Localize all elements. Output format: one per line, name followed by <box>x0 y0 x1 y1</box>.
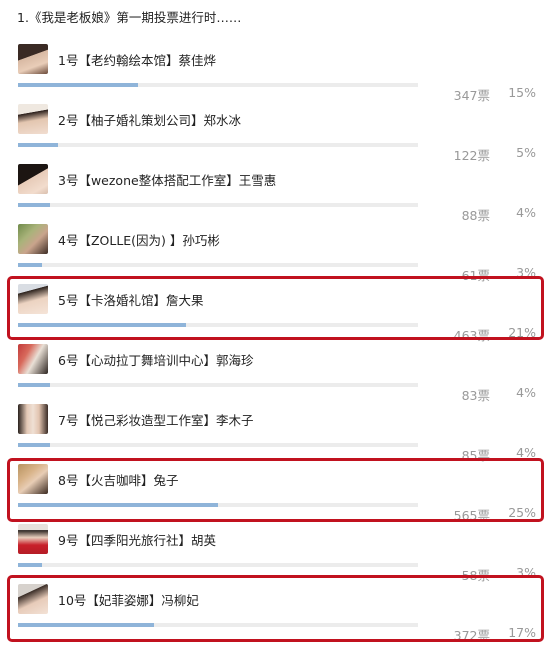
vote-percent: 17% <box>508 625 536 640</box>
avatar <box>18 344 48 374</box>
vote-bar-fill <box>18 83 138 87</box>
vote-bar-track <box>18 203 418 207</box>
candidate-row-1[interactable]: 1号【老约翰绘本馆】蔡佳烨 347票 15% <box>0 44 554 104</box>
candidate-name: 7号【悦己彩妆造型工作室】李木子 <box>58 413 254 428</box>
vote-count: 122票 <box>453 148 490 163</box>
vote-bar-track <box>18 623 418 627</box>
vote-count: 463票 <box>453 328 490 343</box>
vote-bar-track <box>18 263 418 267</box>
vote-bar-fill <box>18 623 154 627</box>
vote-bar-track <box>18 323 418 327</box>
candidate-row-3[interactable]: 3号【wezone整体搭配工作室】王雪惠 88票 4% <box>0 164 554 224</box>
vote-percent: 3% <box>516 565 536 580</box>
vote-count: 83票 <box>461 388 490 403</box>
vote-percent: 4% <box>516 205 536 220</box>
poll-header: 1.《我是老板娘》第一期投票进行时…… <box>0 0 554 34</box>
vote-bar-track <box>18 143 418 147</box>
vote-bar-fill <box>18 263 42 267</box>
avatar <box>18 104 48 134</box>
vote-count: 88票 <box>461 208 490 223</box>
candidate-row-2[interactable]: 2号【柚子婚礼策划公司】郑水冰 122票 5% <box>0 104 554 164</box>
vote-bar-track <box>18 383 418 387</box>
candidate-name: 3号【wezone整体搭配工作室】王雪惠 <box>58 173 277 188</box>
vote-bar-fill <box>18 323 186 327</box>
vote-count: 85票 <box>461 448 490 463</box>
avatar <box>18 404 48 434</box>
avatar <box>18 224 48 254</box>
vote-percent: 15% <box>508 85 536 100</box>
vote-bar-track <box>18 83 418 87</box>
candidate-row-8[interactable]: 8号【火吉咖啡】兔子 565票 25% <box>0 464 554 524</box>
vote-count: 58票 <box>461 568 490 583</box>
vote-percent: 3% <box>516 265 536 280</box>
vote-percent: 21% <box>508 325 536 340</box>
candidate-row-10[interactable]: 10号【妃菲姿娜】冯柳妃 372票 17% <box>0 584 554 644</box>
candidate-row-5[interactable]: 5号【卡洛婚礼馆】詹大果 463票 21% <box>0 284 554 344</box>
vote-bar-fill <box>18 203 50 207</box>
candidate-row-7[interactable]: 7号【悦己彩妆造型工作室】李木子 85票 4% <box>0 404 554 464</box>
candidate-name: 10号【妃菲姿娜】冯柳妃 <box>58 593 199 608</box>
avatar <box>18 284 48 314</box>
candidate-name: 9号【四季阳光旅行社】胡英 <box>58 533 216 548</box>
avatar <box>18 164 48 194</box>
avatar <box>18 584 48 614</box>
candidate-name: 2号【柚子婚礼策划公司】郑水冰 <box>58 113 241 128</box>
candidate-row-6[interactable]: 6号【心动拉丁舞培训中心】郭海珍 83票 4% <box>0 344 554 404</box>
vote-bar-fill <box>18 143 58 147</box>
vote-count: 61票 <box>461 268 490 283</box>
vote-count: 347票 <box>453 88 490 103</box>
vote-percent: 4% <box>516 385 536 400</box>
vote-count: 372票 <box>453 628 490 643</box>
poll-title: 1.《我是老板娘》第一期投票进行时…… <box>17 10 242 25</box>
vote-bar-fill <box>18 503 218 507</box>
vote-bar-track <box>18 443 418 447</box>
vote-bar-fill <box>18 443 50 447</box>
vote-count: 565票 <box>453 508 490 523</box>
candidate-name: 5号【卡洛婚礼馆】詹大果 <box>58 293 204 308</box>
avatar <box>18 44 48 74</box>
candidate-name: 8号【火吉咖啡】兔子 <box>58 473 179 488</box>
candidate-row-9[interactable]: 9号【四季阳光旅行社】胡英 58票 3% <box>0 524 554 584</box>
vote-percent: 4% <box>516 445 536 460</box>
vote-bar-fill <box>18 383 50 387</box>
candidate-name: 1号【老约翰绘本馆】蔡佳烨 <box>58 53 216 68</box>
vote-percent: 25% <box>508 505 536 520</box>
candidate-name: 4号【ZOLLE(因为) 】孙巧彬 <box>58 233 220 248</box>
candidate-row-4[interactable]: 4号【ZOLLE(因为) 】孙巧彬 61票 3% <box>0 224 554 284</box>
vote-bar-fill <box>18 563 42 567</box>
avatar <box>18 524 48 554</box>
vote-bar-track <box>18 503 418 507</box>
vote-percent: 5% <box>516 145 536 160</box>
candidate-name: 6号【心动拉丁舞培训中心】郭海珍 <box>58 353 254 368</box>
vote-bar-track <box>18 563 418 567</box>
avatar <box>18 464 48 494</box>
